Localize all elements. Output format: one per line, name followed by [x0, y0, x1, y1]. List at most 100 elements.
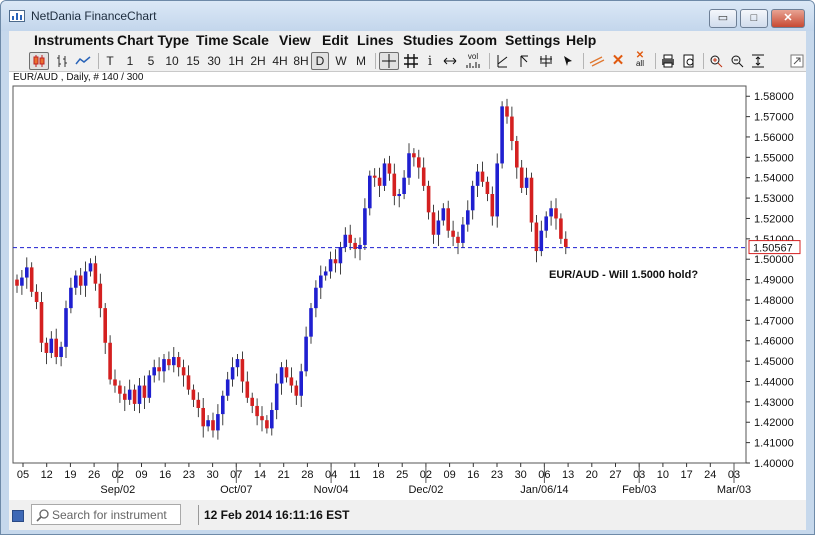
- candle-body: [441, 208, 446, 221]
- interval-weekly-button[interactable]: W: [334, 52, 348, 70]
- interval-8h-button[interactable]: 8H: [292, 52, 310, 70]
- pitchfork-button[interactable]: [537, 52, 555, 70]
- grid-button[interactable]: [402, 52, 420, 70]
- x-tick-label: 09: [135, 469, 147, 481]
- menu-studies[interactable]: Studies: [403, 32, 454, 48]
- candle-body: [15, 279, 19, 286]
- close-button[interactable]: ✕: [771, 9, 805, 28]
- fit-button[interactable]: [749, 52, 767, 70]
- trendline-icon: [497, 55, 508, 68]
- app-window: NetDania FinanceChart ▭ □ ✕ Instruments …: [0, 0, 815, 535]
- candle-body: [417, 157, 421, 168]
- ray-button[interactable]: [515, 52, 533, 70]
- zoom-in-button[interactable]: [707, 52, 725, 70]
- interval-30-button[interactable]: 30: [206, 52, 222, 70]
- price-chart[interactable]: 1.40000 1.41000 1.42000 1.43000 1.44000 1.450…: [9, 72, 806, 500]
- interval-10-button[interactable]: 10: [164, 52, 180, 70]
- title-bar[interactable]: NetDania FinanceChart ▭ □ ✕: [1, 1, 814, 31]
- volume-button[interactable]: vol: [463, 52, 483, 70]
- menu-help[interactable]: Help: [566, 32, 596, 48]
- chart-panel[interactable]: EUR/AUD , Daily, # 140 / 300 1.40000 1.41…: [9, 72, 806, 500]
- candle-body: [451, 230, 455, 237]
- menu-lines[interactable]: Lines: [357, 32, 394, 48]
- candle-body: [274, 383, 279, 411]
- line-chart-button[interactable]: [73, 52, 93, 70]
- candle-body: [289, 377, 294, 386]
- info-button[interactable]: i: [423, 52, 437, 70]
- y-tick-label: 1.42000: [754, 417, 794, 429]
- candle-body: [407, 153, 411, 178]
- x-tick-label: 13: [562, 469, 574, 481]
- candle-body: [25, 267, 29, 278]
- interval-1h-button[interactable]: 1H: [227, 52, 245, 70]
- print-button[interactable]: [659, 52, 677, 70]
- delete-all-button[interactable]: ✕ all: [630, 51, 650, 70]
- candle-body: [260, 416, 264, 421]
- x-tick-label: 18: [372, 469, 384, 481]
- candle-body: [103, 308, 107, 343]
- crosshair-button[interactable]: [379, 52, 399, 70]
- zoom-out-button[interactable]: [728, 52, 746, 70]
- candle-body: [20, 277, 24, 286]
- interval-monthly-button[interactable]: M: [354, 52, 368, 70]
- maximize-button[interactable]: □: [740, 9, 768, 28]
- x-tick-label: 17: [680, 469, 692, 481]
- menu-time-scale[interactable]: Time Scale: [196, 32, 269, 48]
- interval-15-button[interactable]: 15: [185, 52, 201, 70]
- interval-tick-button[interactable]: T: [104, 52, 116, 70]
- toolbar-separator: [703, 53, 704, 69]
- menu-view[interactable]: View: [279, 32, 311, 48]
- candle-body: [206, 420, 210, 427]
- candle-body: [93, 263, 98, 284]
- candle-body: [181, 367, 186, 376]
- candle-body: [157, 367, 161, 372]
- x-month-label: Oct/07: [220, 484, 252, 496]
- candle-body: [216, 414, 220, 431]
- y-tick-label: 1.44000: [754, 376, 794, 388]
- parallel-lines-button[interactable]: [587, 52, 607, 70]
- ohlc-bars-button[interactable]: [53, 52, 71, 70]
- candle-body: [294, 385, 299, 396]
- search-input[interactable]: [52, 507, 178, 523]
- candle-body: [162, 359, 166, 372]
- minimize-button[interactable]: ▭: [709, 9, 737, 28]
- candle-body: [461, 224, 465, 243]
- interval-1-button[interactable]: 1: [125, 52, 135, 70]
- candle-body: [59, 346, 63, 358]
- print-preview-button[interactable]: [680, 52, 698, 70]
- candlestick-button[interactable]: [29, 52, 49, 70]
- interval-4h-button[interactable]: 4H: [271, 52, 289, 70]
- candle-body: [211, 420, 215, 431]
- candle-body: [372, 175, 377, 178]
- candle-body: [495, 163, 499, 217]
- pan-button[interactable]: [441, 52, 459, 70]
- candle-body: [235, 359, 240, 368]
- candle-body: [353, 242, 357, 250]
- menu-edit[interactable]: Edit: [322, 32, 348, 48]
- menu-chart-type[interactable]: Chart Type: [117, 32, 189, 48]
- parallel-lines-icon: [589, 56, 605, 67]
- crosshair-icon: [382, 54, 396, 68]
- candlestick-icon: [33, 55, 45, 67]
- candle-body: [54, 338, 58, 358]
- menu-settings[interactable]: Settings: [505, 32, 560, 48]
- detach-button[interactable]: [788, 52, 806, 70]
- interval-daily-button[interactable]: D: [311, 52, 329, 70]
- trendline-button[interactable]: [493, 52, 511, 70]
- cursor-button[interactable]: [559, 52, 577, 70]
- candle-body: [392, 173, 397, 197]
- interval-5-button[interactable]: 5: [146, 52, 156, 70]
- candle-body: [69, 287, 73, 309]
- zoom-in-icon: [710, 55, 723, 68]
- candle-body: [387, 163, 392, 174]
- interval-2h-button[interactable]: 2H: [249, 52, 267, 70]
- delete-button[interactable]: ✕: [609, 52, 627, 70]
- menu-instruments[interactable]: Instruments: [34, 32, 114, 48]
- candle-body: [319, 275, 323, 288]
- candle-body: [270, 410, 274, 429]
- x-tick-label: 05: [17, 469, 29, 481]
- search-box[interactable]: [31, 504, 181, 525]
- x-month-label: Sep/02: [100, 484, 135, 496]
- candle-body: [83, 271, 88, 286]
- menu-zoom[interactable]: Zoom: [459, 32, 497, 48]
